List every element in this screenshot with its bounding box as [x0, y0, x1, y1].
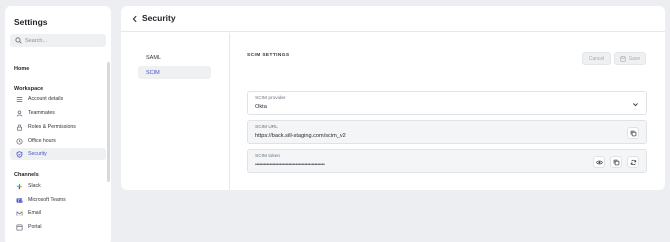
slack-icon [16, 183, 23, 189]
security-subnav: SAML SCIM [138, 51, 211, 81]
sidebar-item-label: Email [28, 210, 41, 216]
sidebar-item-label: Account details [28, 96, 64, 102]
section-title: SCIM SETTINGS [247, 53, 290, 58]
sidebar-title: Settings [14, 17, 48, 27]
sidebar-item-account-details[interactable]: Account details [10, 93, 106, 105]
shield-icon [16, 150, 23, 158]
scim-provider-value: Okta [255, 104, 267, 110]
subnav-item-scim[interactable]: SCIM [138, 66, 211, 79]
regenerate-token-button[interactable] [627, 156, 639, 168]
search-box[interactable] [10, 34, 106, 47]
sidebar-item-teammates[interactable]: Teammates [10, 107, 106, 119]
save-button[interactable]: Save [614, 52, 646, 65]
refresh-icon [630, 159, 636, 165]
copy-token-button[interactable] [610, 156, 622, 168]
sidebar-item-label: Microsoft Teams [28, 197, 66, 203]
scim-url-value: https://back.sill-staging.com/scim_v2 [255, 133, 346, 139]
list-icon [16, 96, 23, 102]
cancel-button-label: Cancel [588, 55, 605, 62]
cancel-button[interactable]: Cancel [582, 52, 611, 65]
sidebar-item-label: Office hours [28, 138, 56, 144]
divider [229, 33, 230, 190]
page-title: Security [142, 13, 176, 23]
sidebar-item-label: Slack [28, 183, 41, 189]
chevron-left-icon[interactable] [131, 15, 139, 23]
scim-provider-select[interactable]: SCIM provider Okta [247, 91, 647, 115]
sidebar-item-portal[interactable]: Portal [10, 221, 106, 233]
person-icon [16, 109, 23, 117]
sidebar-item-label: Teammates [28, 110, 55, 116]
scim-url-field[interactable]: SCIM URL https://back.sill-staging.com/s… [247, 120, 647, 144]
chevron-down-icon [633, 103, 638, 107]
sidebar-item-label: Portal [28, 224, 42, 230]
scim-token-label: SCIM token [255, 154, 281, 159]
scim-token-value: ••••••••••••••••••••••••••••••••••••••••… [255, 162, 325, 168]
sidebar-item-label: Roles & Permissions [28, 124, 76, 130]
sidebar-item-roles-permissions[interactable]: Roles & Permissions [10, 121, 106, 133]
subnav-item-saml[interactable]: SAML [138, 51, 211, 64]
copy-icon [630, 130, 636, 136]
save-icon [620, 55, 626, 62]
workspace-heading: Workspace [14, 86, 44, 92]
lock-icon [17, 124, 22, 131]
scim-provider-label: SCIM provider [255, 96, 286, 101]
sidebar-item-slack[interactable]: Slack [10, 180, 106, 192]
sidebar-scrollbar[interactable] [107, 62, 110, 182]
copy-icon [613, 159, 619, 165]
sidebar-item-microsoft-teams[interactable]: T Microsoft Teams [10, 194, 106, 206]
search-icon [15, 37, 22, 44]
sidebar-item-label: Security [28, 151, 47, 157]
sidebar-item-email[interactable]: Email [10, 207, 106, 219]
sidebar-item-home[interactable]: Home [14, 66, 29, 72]
scim-token-field[interactable]: SCIM token •••••••••••••••••••••••••••••… [247, 149, 647, 173]
page-header: Security [121, 6, 665, 32]
sidebar-item-security[interactable]: Security [10, 148, 106, 160]
sidebar-item-office-hours[interactable]: Office hours [10, 135, 106, 147]
save-button-label: Save [628, 55, 641, 62]
gmail-icon [16, 210, 23, 216]
portal-icon [16, 223, 23, 231]
reveal-token-button[interactable] [593, 156, 605, 168]
scim-url-label: SCIM URL [255, 125, 278, 130]
main-panel: Security SAML SCIM SCIM SETTINGS Cancel … [121, 6, 665, 190]
search-input[interactable] [25, 34, 103, 47]
copy-url-button[interactable] [627, 127, 639, 139]
clock-icon [16, 137, 23, 145]
channels-heading: Channels [14, 172, 39, 178]
eye-icon [595, 160, 603, 164]
sidebar: Settings Home Workspace Account details … [5, 6, 111, 242]
teams-icon: T [16, 197, 23, 203]
